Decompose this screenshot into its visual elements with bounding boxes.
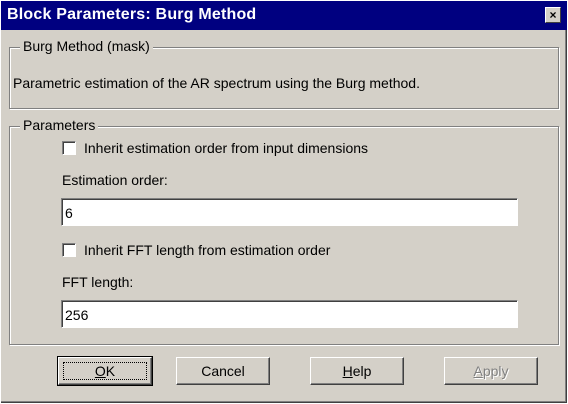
cancel-label: Cancel — [201, 363, 245, 379]
dialog-window: Block Parameters: Burg Method × Burg Met… — [0, 0, 568, 404]
help-label-rest: elp — [352, 363, 372, 379]
focus-rectangle — [63, 362, 147, 380]
inherit-order-checkbox[interactable] — [62, 141, 76, 155]
title-bar[interactable]: Block Parameters: Burg Method × — [1, 1, 567, 30]
apply-button: Apply — [444, 357, 538, 385]
close-icon: × — [549, 8, 557, 22]
ok-button[interactable]: OK — [57, 356, 153, 386]
mask-legend: Burg Method (mask) — [20, 38, 153, 54]
inherit-fft-label: Inherit FFT length from estimation order — [84, 242, 331, 258]
apply-mnemonic: A — [473, 363, 483, 379]
mask-description: Parametric estimation of the AR spectrum… — [13, 75, 420, 91]
help-button[interactable]: Help — [310, 357, 404, 385]
help-mnemonic: H — [342, 363, 353, 379]
parameters-legend: Parameters — [20, 117, 99, 133]
estimation-order-input[interactable]: 6 — [61, 198, 518, 226]
inherit-fft-checkbox-row[interactable]: Inherit FFT length from estimation order — [62, 242, 330, 258]
fft-length-input[interactable]: 256 — [61, 300, 518, 328]
apply-label-rest: pply — [482, 363, 509, 379]
inherit-order-label: Inherit estimation order from input dime… — [84, 140, 369, 156]
estimation-order-label: Estimation order: — [62, 172, 168, 188]
inherit-fft-checkbox[interactable] — [62, 243, 76, 257]
window-title: Block Parameters: Burg Method — [7, 6, 257, 23]
close-button[interactable]: × — [545, 7, 561, 23]
cancel-button[interactable]: Cancel — [176, 357, 270, 385]
inherit-order-checkbox-row[interactable]: Inherit estimation order from input dime… — [62, 140, 368, 156]
fft-length-label: FFT length: — [62, 274, 134, 290]
